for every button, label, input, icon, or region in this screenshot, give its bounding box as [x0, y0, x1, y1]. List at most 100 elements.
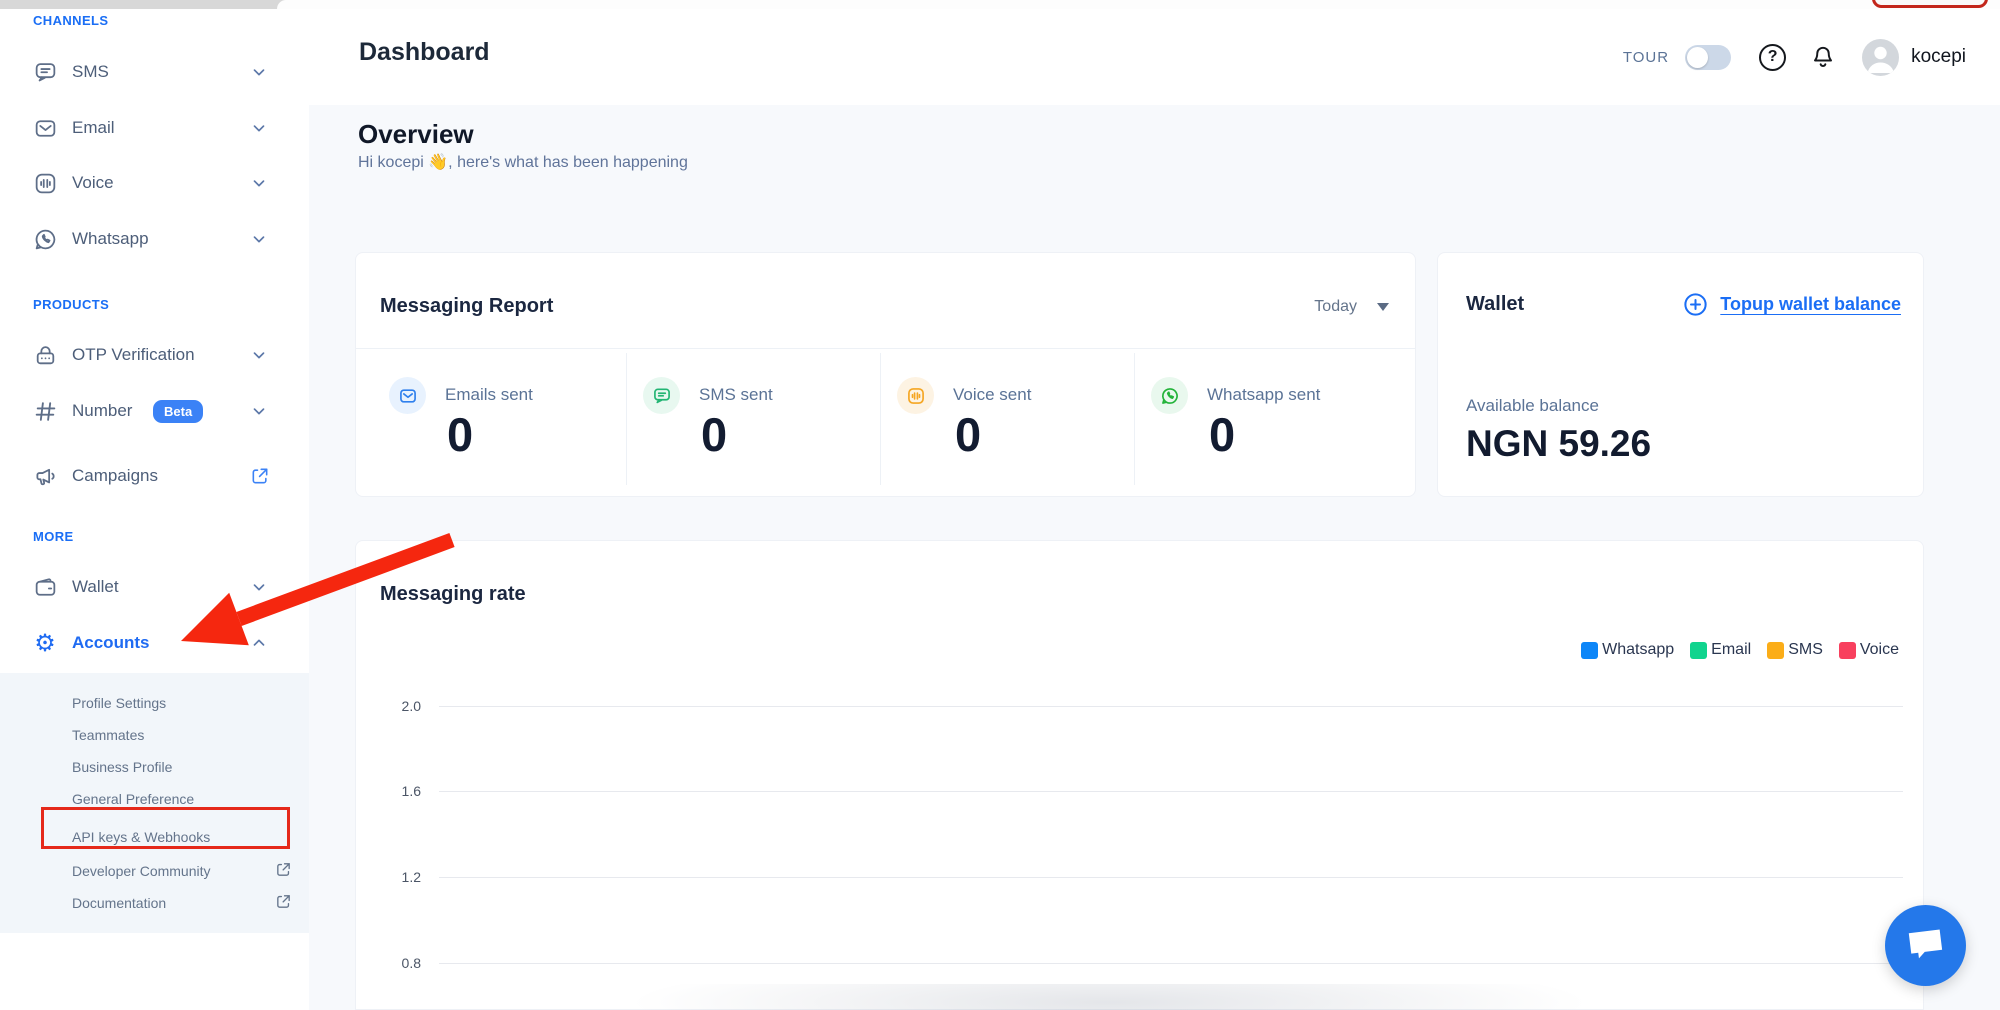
y-tick-1.2: 1.2	[381, 869, 421, 885]
sidebar-item-label: Accounts	[72, 633, 149, 653]
email-icon	[32, 115, 58, 141]
y-tick-0.8: 0.8	[381, 955, 421, 971]
toggle-knob	[1687, 47, 1708, 68]
chart-legend: Whatsapp Email SMS Voice	[1581, 641, 1899, 659]
divider	[626, 353, 627, 485]
gear-icon: ⚙	[32, 630, 58, 656]
legend-swatch	[1839, 642, 1856, 659]
voice-icon	[897, 377, 934, 414]
chevron-down-icon	[250, 230, 268, 248]
plus-circle-icon	[1682, 291, 1709, 318]
messaging-report-card: Messaging Report Today Emails sent 0 SMS…	[355, 252, 1416, 497]
whatsapp-icon	[32, 226, 58, 252]
tour-label: TOUR	[1623, 49, 1669, 66]
sidebar-item-label: Campaigns	[72, 466, 158, 486]
period-value: Today	[1314, 298, 1357, 316]
voice-icon	[32, 170, 58, 196]
wallet-icon	[32, 574, 58, 600]
chart-bottom-shadow	[506, 984, 1713, 1010]
stat-value: 0	[701, 407, 727, 462]
sidebar-item-label: Number	[72, 401, 132, 421]
sidebar-section-more: MORE	[33, 529, 74, 544]
stat-label: Voice sent	[953, 385, 1031, 405]
chat-widget-button[interactable]	[1885, 905, 1966, 986]
topbar: Dashboard TOUR ? kocepi	[309, 9, 2000, 105]
sidebar-item-wallet[interactable]: Wallet	[0, 567, 309, 607]
legend-swatch	[1767, 642, 1784, 659]
sidebar-item-otp-verification[interactable]: OTP Verification	[0, 335, 309, 375]
external-link-icon	[275, 861, 292, 878]
sidebar-item-sms[interactable]: SMS	[0, 52, 309, 92]
help-icon[interactable]: ?	[1759, 44, 1786, 71]
sidebar-section-products: PRODUCTS	[33, 297, 109, 312]
messaging-rate-title: Messaging rate	[380, 583, 526, 606]
browser-tab-strip	[0, 0, 2000, 9]
sidebar-item-whatsapp[interactable]: Whatsapp	[0, 219, 309, 259]
submenu-item-teammates[interactable]: Teammates	[72, 723, 144, 747]
notifications-bell-icon[interactable]	[1810, 43, 1836, 71]
whatsapp-icon	[1151, 377, 1188, 414]
divider	[1134, 353, 1135, 485]
hash-icon	[32, 398, 58, 424]
topup-wallet-link[interactable]: Topup wallet balance	[1682, 291, 1901, 318]
chevron-down-icon	[250, 346, 268, 364]
balance-label: Available balance	[1466, 396, 1599, 416]
chevron-down-icon	[250, 63, 268, 81]
balance-value: NGN 59.26	[1466, 423, 1651, 465]
legend-sms: SMS	[1767, 641, 1823, 659]
sidebar-item-accounts[interactable]: ⚙ Accounts	[0, 623, 309, 663]
dropdown-caret-icon	[1377, 303, 1389, 311]
period-dropdown[interactable]: Today	[1314, 298, 1389, 316]
external-link-icon	[250, 466, 270, 486]
y-tick-1.6: 1.6	[381, 783, 421, 799]
stat-sms-sent: SMS sent 0	[643, 349, 880, 498]
stat-label: Emails sent	[445, 385, 533, 405]
sms-chat-icon	[643, 377, 680, 414]
username[interactable]: kocepi	[1911, 46, 1966, 68]
stat-emails-sent: Emails sent 0	[389, 349, 626, 498]
messaging-report-title: Messaging Report	[380, 295, 553, 318]
megaphone-icon	[32, 463, 58, 489]
topup-label: Topup wallet balance	[1720, 294, 1901, 315]
sidebar-item-label: Voice	[72, 173, 114, 193]
highlight-box	[41, 807, 290, 849]
legend-voice: Voice	[1839, 641, 1899, 659]
submenu-item-documentation[interactable]: Documentation	[72, 891, 166, 915]
sidebar-item-voice[interactable]: Voice	[0, 163, 309, 203]
submenu-item-profile-settings[interactable]: Profile Settings	[72, 691, 166, 715]
legend-whatsapp: Whatsapp	[1581, 641, 1674, 659]
email-icon	[389, 377, 426, 414]
sidebar-item-number[interactable]: Number Beta	[0, 391, 309, 431]
stat-voice-sent: Voice sent 0	[897, 349, 1134, 498]
submenu-item-developer-community[interactable]: Developer Community	[72, 859, 211, 883]
page-title: Dashboard	[359, 38, 490, 67]
chevron-down-icon	[250, 119, 268, 137]
sidebar-item-email[interactable]: Email	[0, 108, 309, 148]
sidebar-item-label: Whatsapp	[72, 229, 149, 249]
sms-chat-icon	[32, 59, 58, 85]
chevron-down-icon	[250, 174, 268, 192]
sidebar-item-label: OTP Verification	[72, 345, 195, 365]
accounts-submenu: Profile Settings Teammates Business Prof…	[0, 673, 309, 933]
chevron-down-icon	[250, 402, 268, 420]
legend-email: Email	[1690, 641, 1751, 659]
stat-label: Whatsapp sent	[1207, 385, 1320, 405]
chevron-up-icon	[250, 634, 268, 652]
main-content: Overview Hi kocepi 👋, here's what has be…	[309, 105, 2000, 1010]
y-tick-2.0: 2.0	[381, 698, 421, 714]
gridline	[439, 877, 1903, 878]
app-root: CHANNELS SMS Email Voice	[0, 0, 2000, 1010]
sidebar-item-campaigns[interactable]: Campaigns	[0, 456, 309, 496]
sidebar: CHANNELS SMS Email Voice	[0, 9, 309, 1010]
legend-swatch	[1690, 642, 1707, 659]
lock-icon	[32, 342, 58, 368]
stat-value: 0	[1209, 407, 1235, 462]
messaging-rate-card: Messaging rate Whatsapp Email SMS Voice	[355, 540, 1924, 1010]
avatar[interactable]	[1862, 39, 1899, 76]
chat-bubble-icon	[1903, 925, 1947, 966]
submenu-item-business-profile[interactable]: Business Profile	[72, 755, 172, 779]
topbar-actions: TOUR ? kocepi	[1623, 9, 1966, 105]
gridline	[439, 706, 1903, 707]
stat-whatsapp-sent: Whatsapp sent 0	[1151, 349, 1401, 498]
tour-toggle[interactable]	[1685, 45, 1731, 70]
